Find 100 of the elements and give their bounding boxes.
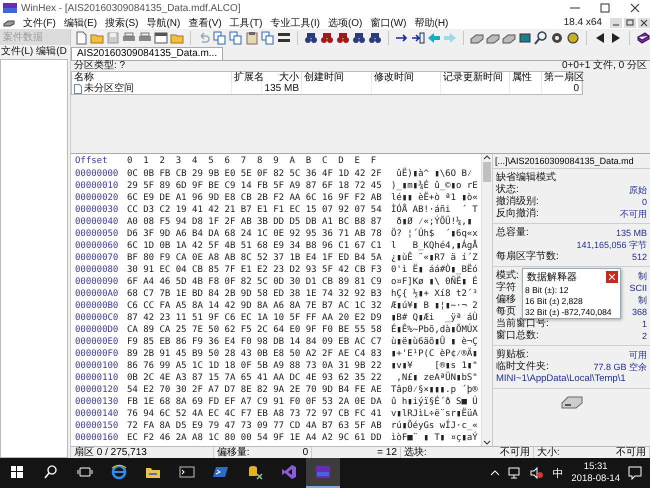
column-header[interactable]: 创建时间 [302,72,372,83]
window-icon[interactable] [154,31,168,45]
input-method-indicator[interactable]: 中 [552,466,564,480]
terminal-icon[interactable] [179,464,195,480]
info-label: 字符 [496,282,516,294]
menu-item[interactable]: 文件(F) [23,16,56,30]
column-header[interactable]: 第一扇区 [542,72,582,83]
caret-up-icon[interactable] [483,154,491,160]
notification-icon[interactable] [628,466,642,480]
column-header[interactable]: 扩展名 [232,72,262,83]
menu-item[interactable]: 专业工具(I) [270,16,320,30]
hex-bytes: 09 77 CD 4A B7 63 5F AB [257,421,382,431]
menu-item[interactable]: 帮助(H) [414,16,448,30]
new-file-icon[interactable] [74,31,88,45]
info-label: 撤消级别: [496,196,539,208]
menu-item[interactable]: 工具(T) [230,16,262,30]
ascii-text: )_▮m▮¾É û_©▮o rE [391,180,478,192]
windows-logo-icon[interactable] [9,464,25,480]
network-icon[interactable] [508,467,522,479]
column-header: 8 [257,155,264,168]
column-header[interactable]: 名称 [72,72,232,83]
menu-item[interactable]: 导航(N) [146,16,180,30]
folder-path: MINI~1\AppData\Local\Temp\1 [496,373,626,385]
hex-bytes: 3B DD D5 DB A1 BC B8 87 [257,217,382,227]
scrollbar[interactable] [481,154,492,446]
hex-bytes: A0 08 F5 94 D8 1F 2F AB [127,217,252,227]
clock[interactable]: 15:31 2018-08-14 [571,461,620,485]
column-header[interactable]: 记录更新时间 [441,72,510,83]
hex-bytes: CA 89 CA 25 7E 50 62 F5 [127,325,252,335]
menu-item[interactable]: 编辑(D [36,47,67,57]
menu-item[interactable]: 搜索(S) [105,16,138,30]
offset-text: 00000150 [75,420,118,432]
info-value: 141,165,056 字节 [576,239,647,251]
info-value: 77.8 GB 空余 [593,361,647,373]
close-button[interactable] [606,271,618,283]
info-label: 模式: [496,270,519,282]
ascii-text: É▮Ê%~Pbõ,dà▮ÕMÚX [391,324,478,336]
scrollbar-thumb[interactable] [483,162,491,182]
hex-bytes: 86 76 99 A5 1C 1D 18 0F [127,361,252,371]
offset-text: 000000C0 [75,312,118,324]
binoculars-icon[interactable] [304,31,318,45]
binoculars-icon[interactable] [352,31,366,45]
table-cell: 0 [573,84,579,94]
volume-muted-icon[interactable] [530,467,544,479]
powershell-icon[interactable] [213,464,229,480]
info-value: 135 MB [616,227,647,239]
jump-icon[interactable] [411,31,425,45]
value-label: = 12 [377,447,397,458]
book-icon[interactable] [636,31,650,45]
hex-bytes: 6F A4 46 5D 4B F8 0F 82 [127,277,252,287]
hex-bytes: C9 91 F0 0F 53 2A 0E DA [257,397,382,407]
copy-icon[interactable] [261,31,275,45]
offset-text: 000000D0 [75,324,118,336]
info-value: SCII [629,282,647,294]
code-editor-icon[interactable] [281,464,297,480]
menu-item[interactable]: 窗口(W) [370,16,406,30]
info-label: 剪贴板: [496,349,529,360]
hex-bytes: 82 9A 2E 70 9D B4 FE AE [257,385,382,395]
copy-icon[interactable] [213,31,227,45]
menu-item[interactable]: 选项(O) [328,16,362,30]
menu-item[interactable]: 文件(L) [1,47,34,57]
close-icon [609,274,615,280]
offset-text: 000000A0 [75,288,118,300]
search-icon[interactable] [43,464,59,480]
menu-item[interactable]: 编辑(E) [64,16,98,30]
column-header[interactable]: 修改时间 [372,72,441,83]
chip-icon[interactable] [518,31,532,45]
binoculars-icon[interactable] [320,31,334,45]
column-header[interactable]: 属性 [510,72,542,83]
offset-text: 00000000 [75,168,118,180]
info-label: 状态: [496,184,519,196]
chevron-up-icon[interactable] [490,469,500,477]
ascii-text: ð▮Ø ⁄«;ÝÕÜ!¼,▮ [395,216,472,228]
column-header: 0 [127,155,134,168]
column-header: D [338,155,345,168]
window-controls-icon[interactable] [610,18,650,28]
caret-down-icon[interactable] [483,440,491,446]
hex-bytes: 54 9F 1E A4 A2 9C 61 DD [257,433,382,443]
info-value: 0 [642,196,647,208]
hex-bytes: 30 91 EC 04 CB 85 7F E1 [127,265,252,275]
copy-icon[interactable] [229,31,243,45]
binoculars-icon[interactable] [368,31,382,45]
column-header[interactable]: 大小 [262,72,302,83]
clipboard-icon[interactable] [245,31,259,45]
info-label: 偏移 [496,294,516,306]
binoculars-icon[interactable] [336,31,350,45]
time-text: 15:31 [584,461,608,473]
hex-bytes: 41 AA DC 4E 93 62 35 22 [257,373,382,383]
search-icon[interactable] [534,31,548,45]
file-tab[interactable]: AIS20160309084135_Data.m... [71,47,224,60]
hex-bytes: D6 3F 9D A6 B4 DA 68 24 [127,229,252,239]
offset-text: 00000120 [75,384,118,396]
offset-text: 00000050 [75,228,118,240]
menu-item[interactable]: 查看(V) [188,16,222,30]
browser-icon[interactable] [111,464,127,480]
info-value: 制 [638,294,647,306]
hex-bytes: 76 94 6C 52 4A EC 4C F7 [127,409,252,419]
table-cell: 135 MB [264,84,299,94]
ascii-text: hÇ{ ½▮+ Xí8 t2´³ [391,288,478,300]
database-icon[interactable] [247,464,263,480]
